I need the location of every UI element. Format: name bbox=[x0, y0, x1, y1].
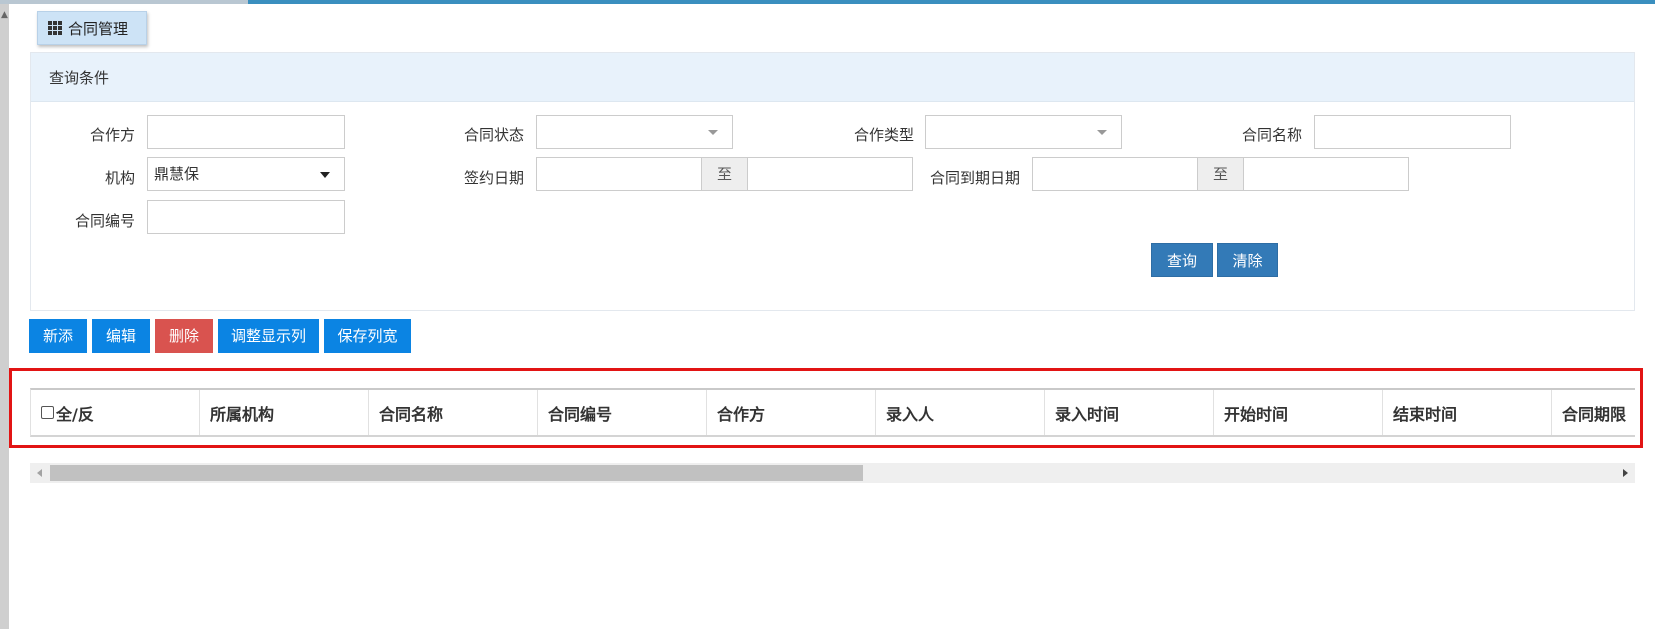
sign-date-to-addon: 至 bbox=[701, 157, 748, 191]
horizontal-scrollbar[interactable] bbox=[30, 463, 1635, 483]
partner-input[interactable] bbox=[147, 115, 345, 149]
org-value: 鼎慧保 bbox=[154, 165, 200, 183]
table-header: 全/反 所属机构 合同名称 合同编号 合作方 录入人 录入时间 开始时间 结束时… bbox=[30, 388, 1635, 437]
add-button[interactable]: 新添 bbox=[29, 319, 87, 353]
save-column-width-button[interactable]: 保存列宽 bbox=[324, 319, 411, 353]
chevron-down-icon bbox=[708, 130, 718, 135]
select-all-header[interactable]: 全/反 bbox=[31, 390, 200, 435]
delete-button[interactable]: 删除 bbox=[155, 319, 213, 353]
page-title-tab[interactable]: 合同管理 bbox=[37, 11, 147, 45]
scrollbar-thumb[interactable] bbox=[50, 465, 863, 481]
expire-date-label: 合同到期日期 bbox=[929, 169, 1020, 187]
sign-date-label: 签约日期 bbox=[463, 169, 524, 187]
sign-date-start-input[interactable] bbox=[536, 157, 702, 191]
page-title: 合同管理 bbox=[68, 19, 129, 38]
cooperation-type-select[interactable] bbox=[925, 115, 1122, 149]
contract-no-input[interactable] bbox=[147, 200, 345, 234]
select-all-label: 全/反 bbox=[56, 404, 94, 424]
column-header[interactable]: 录入时间 bbox=[1045, 390, 1214, 435]
cooperation-type-label: 合作类型 bbox=[853, 126, 914, 144]
top-accent-bar-left bbox=[0, 0, 248, 4]
top-accent-bar bbox=[0, 0, 1655, 4]
column-header[interactable]: 合同期限 bbox=[1552, 390, 1635, 435]
clear-button[interactable]: 清除 bbox=[1217, 243, 1278, 277]
expire-date-end-input[interactable] bbox=[1243, 157, 1409, 191]
column-header[interactable]: 结束时间 bbox=[1383, 390, 1552, 435]
column-header[interactable]: 开始时间 bbox=[1214, 390, 1383, 435]
contract-status-select[interactable] bbox=[536, 115, 733, 149]
column-header[interactable]: 合作方 bbox=[707, 390, 876, 435]
scroll-up-icon[interactable]: ▲ bbox=[0, 10, 9, 20]
query-panel-header: 查询条件 bbox=[31, 53, 1634, 102]
partner-label: 合作方 bbox=[89, 126, 135, 144]
scroll-left-icon[interactable] bbox=[37, 469, 42, 477]
chevron-down-icon bbox=[320, 172, 330, 178]
column-header[interactable]: 合同编号 bbox=[538, 390, 707, 435]
expire-date-to-addon: 至 bbox=[1197, 157, 1244, 191]
sign-date-end-input[interactable] bbox=[747, 157, 913, 191]
org-label: 机构 bbox=[104, 169, 135, 187]
grid-icon bbox=[48, 21, 62, 35]
query-button[interactable]: 查询 bbox=[1151, 243, 1213, 277]
select-all-checkbox[interactable] bbox=[41, 406, 54, 419]
contract-name-label: 合同名称 bbox=[1241, 126, 1302, 144]
contract-no-label: 合同编号 bbox=[74, 212, 135, 230]
column-header[interactable]: 所属机构 bbox=[200, 390, 369, 435]
left-scrollbar[interactable]: ▲ bbox=[0, 4, 9, 629]
org-select[interactable]: 鼎慧保 bbox=[147, 157, 345, 191]
edit-button[interactable]: 编辑 bbox=[92, 319, 150, 353]
contract-name-input[interactable] bbox=[1314, 115, 1511, 149]
chevron-down-icon bbox=[1097, 130, 1107, 135]
page: ▲ 合同管理 查询条件 合作方 合同状态 合作类型 合同名称 机构 鼎慧保 签约… bbox=[0, 0, 1655, 629]
scroll-right-icon[interactable] bbox=[1623, 469, 1628, 477]
expire-date-start-input[interactable] bbox=[1032, 157, 1198, 191]
contract-status-label: 合同状态 bbox=[463, 126, 524, 144]
column-header[interactable]: 合同名称 bbox=[369, 390, 538, 435]
column-header[interactable]: 录入人 bbox=[876, 390, 1045, 435]
adjust-columns-button[interactable]: 调整显示列 bbox=[218, 319, 319, 353]
